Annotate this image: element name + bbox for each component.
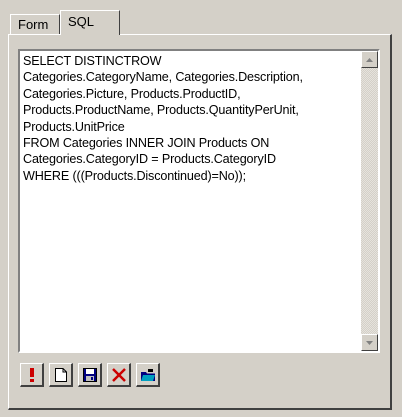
tab-sql[interactable]: SQL — [60, 10, 120, 35]
sql-editor[interactable]: SELECT DISTINCTROW Categories.CategoryNa… — [18, 49, 380, 353]
arrow-up-icon — [366, 57, 373, 62]
sql-panel: SELECT DISTINCTROW Categories.CategoryNa… — [8, 34, 392, 410]
save-button[interactable] — [78, 363, 102, 387]
open-folder-icon — [140, 368, 155, 381]
new-document-icon — [54, 367, 67, 382]
tab-strip: Form SQL — [10, 8, 120, 35]
vertical-scrollbar[interactable] — [361, 51, 378, 351]
run-exclamation-icon — [29, 367, 34, 382]
run-button[interactable] — [20, 363, 44, 387]
arrow-down-icon — [366, 340, 373, 345]
tab-form[interactable]: Form — [10, 14, 60, 34]
new-button[interactable] — [49, 363, 73, 387]
sql-text[interactable]: SELECT DISTINCTROW Categories.CategoryNa… — [23, 53, 358, 184]
scroll-down-button[interactable] — [361, 334, 378, 351]
scroll-up-button[interactable] — [361, 51, 378, 68]
save-disk-icon — [82, 367, 97, 382]
open-button[interactable] — [136, 363, 160, 387]
delete-button[interactable] — [107, 363, 131, 387]
delete-x-icon — [111, 367, 126, 382]
